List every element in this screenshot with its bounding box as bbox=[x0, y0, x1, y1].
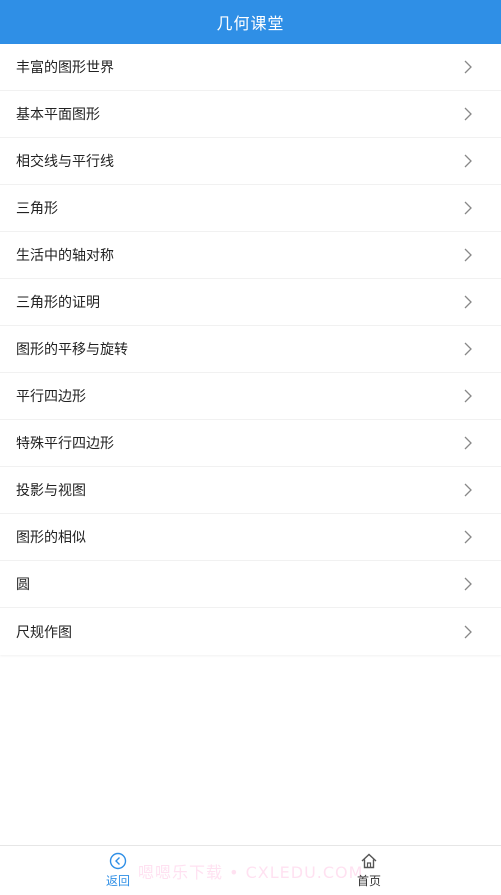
back-circle-icon bbox=[109, 852, 127, 870]
list-item[interactable]: 尺规作图 bbox=[0, 608, 501, 655]
list-item-label: 平行四边形 bbox=[16, 389, 86, 405]
list-item-label: 特殊平行四边形 bbox=[16, 436, 114, 452]
home-icon bbox=[361, 853, 377, 869]
chevron-right-icon bbox=[464, 530, 472, 544]
chevron-right-icon bbox=[464, 483, 472, 497]
list-item[interactable]: 平行四边形 bbox=[0, 373, 501, 420]
app-header: 几何课堂 bbox=[0, 0, 501, 44]
chevron-right-icon bbox=[464, 154, 472, 168]
list-item-label: 基本平面图形 bbox=[16, 107, 100, 123]
list-item[interactable]: 图形的平移与旋转 bbox=[0, 326, 501, 373]
list-item[interactable]: 基本平面图形 bbox=[0, 91, 501, 138]
chevron-right-icon bbox=[464, 577, 472, 591]
page-title: 几何课堂 bbox=[216, 14, 285, 33]
list-item-label: 三角形的证明 bbox=[16, 295, 100, 311]
list-item[interactable]: 三角形的证明 bbox=[0, 279, 501, 326]
list-item[interactable]: 图形的相似 bbox=[0, 514, 501, 561]
back-label: 返回 bbox=[106, 874, 131, 888]
chevron-right-icon bbox=[464, 436, 472, 450]
list-item-label: 图形的相似 bbox=[16, 530, 86, 546]
chevron-right-icon bbox=[464, 342, 472, 356]
chevron-right-icon bbox=[464, 248, 472, 262]
bottom-nav: 嗯嗯乐下载 • CXLEDU.COM 返回 首页 bbox=[0, 845, 501, 895]
home-button[interactable]: 首页 bbox=[357, 852, 381, 889]
list-item-label: 丰富的图形世界 bbox=[16, 60, 114, 76]
chapter-list: 丰富的图形世界 基本平面图形 相交线与平行线 三角形 生活中的轴对称 三角形的证… bbox=[0, 44, 501, 655]
back-button[interactable]: 返回 bbox=[106, 852, 130, 889]
chevron-right-icon bbox=[464, 201, 472, 215]
chevron-right-icon bbox=[464, 60, 472, 74]
list-item[interactable]: 三角形 bbox=[0, 185, 501, 232]
chevron-right-icon bbox=[464, 107, 472, 121]
chevron-right-icon bbox=[464, 389, 472, 403]
list-item-label: 三角形 bbox=[16, 201, 58, 217]
watermark: 嗯嗯乐下载 • CXLEDU.COM bbox=[138, 863, 364, 882]
list-item[interactable]: 生活中的轴对称 bbox=[0, 232, 501, 279]
list-item[interactable]: 丰富的图形世界 bbox=[0, 44, 501, 91]
list-item[interactable]: 圆 bbox=[0, 561, 501, 608]
list-item-label: 相交线与平行线 bbox=[16, 154, 114, 170]
home-label: 首页 bbox=[357, 874, 382, 888]
list-item[interactable]: 特殊平行四边形 bbox=[0, 420, 501, 467]
list-item-label: 投影与视图 bbox=[16, 483, 86, 499]
chevron-right-icon bbox=[464, 295, 472, 309]
chevron-right-icon bbox=[464, 625, 472, 638]
list-item-label: 圆 bbox=[16, 577, 30, 593]
list-item-label: 生活中的轴对称 bbox=[16, 248, 114, 264]
list-item-label: 图形的平移与旋转 bbox=[16, 342, 128, 358]
list-item[interactable]: 投影与视图 bbox=[0, 467, 501, 514]
list-item[interactable]: 相交线与平行线 bbox=[0, 138, 501, 185]
list-item-label: 尺规作图 bbox=[16, 624, 72, 641]
